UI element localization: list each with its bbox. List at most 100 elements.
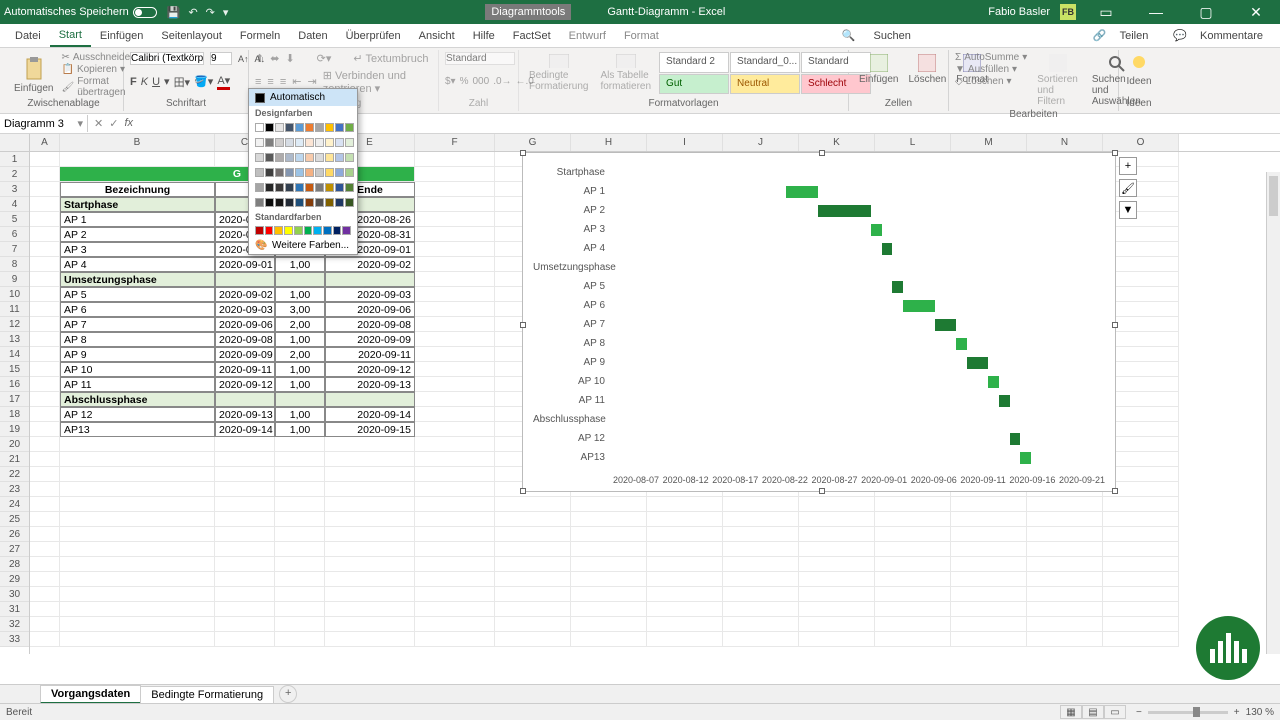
row-header[interactable]: 22 xyxy=(0,467,29,482)
view-normal-icon[interactable]: ▦ xyxy=(1060,705,1082,719)
align-bottom-icon[interactable]: ⬇ xyxy=(285,52,294,65)
align-left-icon[interactable]: ≡ xyxy=(255,76,261,88)
more-colors[interactable]: 🎨Weitere Farben... xyxy=(249,237,357,254)
row-header[interactable]: 24 xyxy=(0,497,29,512)
align-center-icon[interactable]: ≡ xyxy=(267,76,273,88)
tab-überprüfen[interactable]: Überprüfen xyxy=(337,26,410,46)
row-header[interactable]: 2 xyxy=(0,167,29,182)
row-header[interactable]: 1 xyxy=(0,152,29,167)
sheet-tab[interactable]: Bedingte Formatierung xyxy=(140,686,274,703)
sort-filter-button[interactable]: Sortieren und Filtern xyxy=(1033,52,1082,109)
delete-cells-button[interactable]: Löschen xyxy=(904,52,950,87)
chart-bar[interactable] xyxy=(903,300,935,312)
comma-icon[interactable]: 000 xyxy=(473,76,490,87)
col-header[interactable]: J xyxy=(723,134,799,151)
undo-icon[interactable]: ↶ xyxy=(188,6,197,19)
grow-font-icon[interactable]: A↑ xyxy=(238,54,249,64)
col-header[interactable]: O xyxy=(1103,134,1179,151)
row-header[interactable]: 17 xyxy=(0,392,29,407)
wrap-text-button[interactable]: ↵ Textumbruch xyxy=(353,52,428,65)
row-header[interactable]: 33 xyxy=(0,632,29,647)
user-badge[interactable]: FB xyxy=(1060,4,1076,20)
minimize-icon[interactable]: — xyxy=(1136,4,1176,20)
font-color-button[interactable]: A▾ xyxy=(217,74,230,90)
chart-elements-button[interactable]: + xyxy=(1119,157,1137,175)
theme-color-row[interactable] xyxy=(249,180,357,195)
col-header[interactable]: L xyxy=(875,134,951,151)
chart-styles-button[interactable]: 🖌 xyxy=(1119,179,1137,197)
row-header[interactable]: 25 xyxy=(0,512,29,527)
currency-icon[interactable]: $▾ xyxy=(445,76,456,87)
theme-color-row[interactable] xyxy=(249,120,357,135)
col-header[interactable]: H xyxy=(571,134,647,151)
cell-styles-gallery[interactable]: Standard 2 Standard_0... Standard Gut Ne… xyxy=(659,52,871,94)
conditional-formatting-button[interactable]: Bedingte Formatierung xyxy=(525,52,592,94)
search-icon[interactable]: 🔍 xyxy=(833,25,865,46)
theme-color-row[interactable] xyxy=(249,135,357,150)
user-name[interactable]: Fabio Basler xyxy=(988,6,1050,18)
col-header[interactable]: I xyxy=(647,134,723,151)
col-header[interactable]: A xyxy=(30,134,60,151)
format-as-table-button[interactable]: Als Tabelle formatieren xyxy=(596,52,655,94)
comments-button[interactable]: 💬 Kommentare xyxy=(1165,26,1280,46)
chart-bar[interactable] xyxy=(1010,433,1021,445)
save-icon[interactable]: 💾 xyxy=(167,6,181,19)
tab-einfügen[interactable]: Einfügen xyxy=(91,26,152,46)
chart-bar[interactable] xyxy=(967,357,988,369)
row-header[interactable]: 6 xyxy=(0,227,29,242)
maximize-icon[interactable]: ▢ xyxy=(1186,4,1226,21)
standard-colors[interactable] xyxy=(249,224,357,237)
tab-start[interactable]: Start xyxy=(50,25,91,47)
sheet-tab[interactable]: Vorgangsdaten xyxy=(40,685,141,704)
col-header[interactable]: N xyxy=(1027,134,1103,151)
row-header[interactable]: 10 xyxy=(0,287,29,302)
row-header[interactable]: 30 xyxy=(0,587,29,602)
insert-cells-button[interactable]: Einfügen xyxy=(855,52,902,87)
percent-icon[interactable]: % xyxy=(460,76,469,87)
worksheet-grid[interactable]: 1234567891011121314151617181920212223242… xyxy=(0,134,1280,654)
col-header[interactable]: K xyxy=(799,134,875,151)
tab-formeln[interactable]: Formeln xyxy=(231,26,289,46)
font-size-select[interactable] xyxy=(210,52,232,65)
row-header[interactable]: 4 xyxy=(0,197,29,212)
row-header[interactable]: 16 xyxy=(0,377,29,392)
row-header[interactable]: 26 xyxy=(0,527,29,542)
col-header[interactable]: B xyxy=(60,134,215,151)
indent-dec-icon[interactable]: ⇤ xyxy=(292,75,301,88)
bold-button[interactable]: F xyxy=(130,76,137,88)
row-header[interactable]: 13 xyxy=(0,332,29,347)
chart-bar[interactable] xyxy=(1020,452,1031,464)
cancel-formula-icon[interactable]: ✕ xyxy=(94,117,103,130)
row-header[interactable]: 9 xyxy=(0,272,29,287)
tab-factset[interactable]: FactSet xyxy=(504,26,560,46)
row-header[interactable]: 20 xyxy=(0,437,29,452)
row-header[interactable]: 21 xyxy=(0,452,29,467)
fill-color-button[interactable]: 🪣▾ xyxy=(194,75,213,88)
share-button[interactable]: 🔗 Teilen xyxy=(1085,26,1165,46)
chart-bar[interactable] xyxy=(999,395,1010,407)
tab-entwurf[interactable]: Entwurf xyxy=(560,26,615,46)
tab-ansicht[interactable]: Ansicht xyxy=(410,26,464,46)
row-header[interactable]: 23 xyxy=(0,482,29,497)
search-label[interactable]: Suchen xyxy=(865,26,920,46)
row-header[interactable]: 12 xyxy=(0,317,29,332)
row-header[interactable]: 5 xyxy=(0,212,29,227)
zoom-control[interactable]: −+ 130 % xyxy=(1136,707,1274,718)
row-header[interactable]: 29 xyxy=(0,572,29,587)
ribbon-options-icon[interactable]: ▭ xyxy=(1086,4,1126,21)
autosum-button[interactable]: Σ AutoSumme ▾ xyxy=(955,52,1027,63)
chart-bar[interactable] xyxy=(818,205,871,217)
col-header[interactable]: F xyxy=(415,134,495,151)
add-sheet-button[interactable]: + xyxy=(279,685,297,703)
qat-more[interactable]: ▾ xyxy=(223,6,229,19)
view-pagebreak-icon[interactable]: ▭ xyxy=(1104,705,1126,719)
clear-button[interactable]: ◇ Löschen ▾ xyxy=(955,76,1027,87)
theme-color-row[interactable] xyxy=(249,165,357,180)
row-header[interactable]: 32 xyxy=(0,617,29,632)
row-header[interactable]: 19 xyxy=(0,422,29,437)
theme-color-row[interactable] xyxy=(249,195,357,210)
font-family-select[interactable] xyxy=(130,52,204,65)
row-header[interactable]: 8 xyxy=(0,257,29,272)
tab-hilfe[interactable]: Hilfe xyxy=(464,26,504,46)
chart-bar[interactable] xyxy=(786,186,818,198)
